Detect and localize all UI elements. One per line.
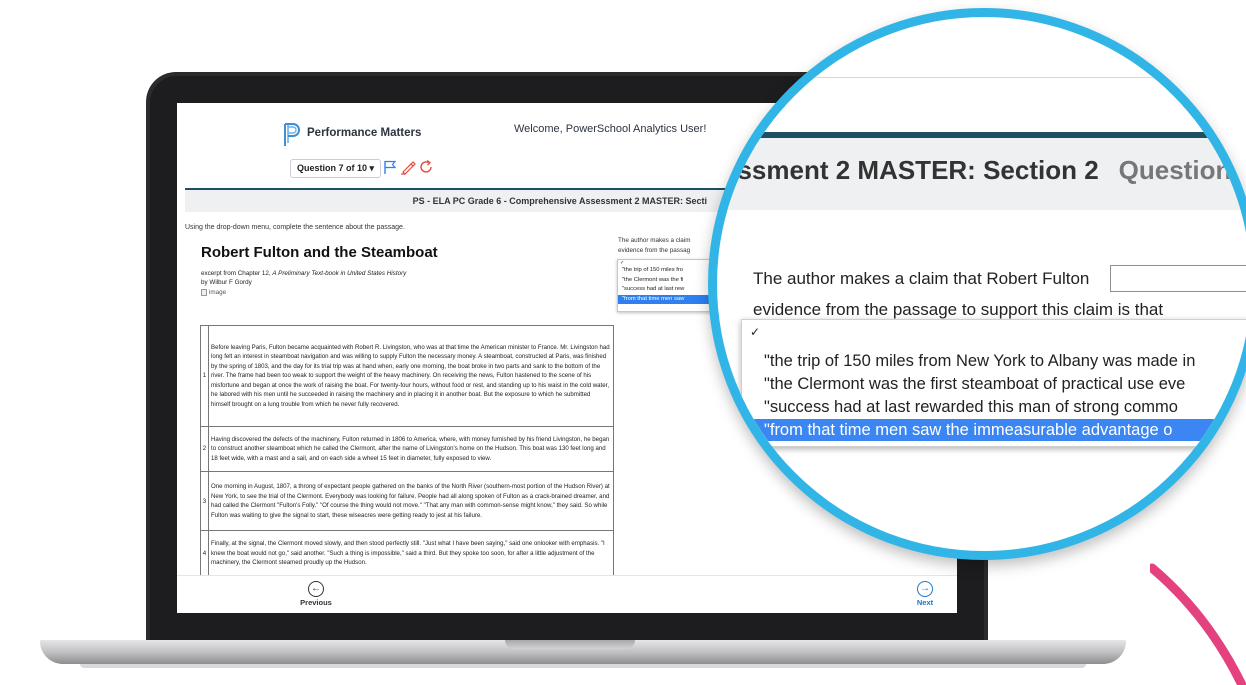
- magnifier-callout: essment 2 MASTER: Section 2 Question: 2-7…: [708, 8, 1246, 560]
- question-line-2: evidence from the passag: [618, 247, 691, 254]
- laptop-hinge-notch: [505, 640, 635, 649]
- dropdown-option[interactable]: "the Clermont was the first steamboat of…: [742, 373, 1246, 395]
- magnified-assessment-title: essment 2 MASTER: Section 2: [723, 155, 1099, 185]
- answer-dropdown-field[interactable]: [1110, 265, 1246, 292]
- magnified-question-line-2: evidence from the passage to support thi…: [753, 300, 1164, 319]
- dropdown-option[interactable]: "success had at last rewarded this man o…: [742, 396, 1246, 418]
- paragraph-text: Finally, at the signal, the Clermont mov…: [208, 530, 614, 577]
- previous-button[interactable]: ← Previous: [291, 581, 341, 607]
- highlighter-icon[interactable]: [400, 159, 416, 175]
- decorative-swoosh: [1150, 563, 1246, 685]
- table-row: 3 One morning in August, 1807, a throng …: [200, 471, 614, 532]
- excerpt-book: A Preliminary Text-book in United States…: [272, 270, 407, 277]
- passage-source: excerpt from Chapter 12, A Preliminary T…: [201, 269, 406, 287]
- next-label: Next: [916, 598, 934, 607]
- app-name: Performance Matters: [307, 127, 422, 139]
- paragraph-number: 3: [200, 471, 209, 532]
- flag-icon[interactable]: [382, 159, 398, 175]
- question-number: Question: 2-7: [1118, 155, 1246, 185]
- paragraph-text: Before leaving Paris, Fulton became acqu…: [208, 325, 614, 427]
- table-row: 2 Having discovered the defects of the m…: [200, 425, 614, 473]
- welcome-message: Welcome, PowerSchool Analytics User!: [514, 123, 707, 135]
- broken-image-icon: [201, 289, 207, 296]
- passage-table: 1 Before leaving Paris, Fulton became ac…: [200, 325, 614, 577]
- dropdown-option-selected[interactable]: "from that time men saw the immeasurable…: [742, 419, 1246, 441]
- question-line-1: The author makes a claim: [618, 237, 691, 244]
- broken-image: image: [201, 289, 226, 296]
- paragraph-text: Having discovered the defects of the mac…: [208, 425, 614, 473]
- dropdown-option-selected[interactable]: "from that time men saw: [618, 294, 718, 304]
- question-selector[interactable]: Question 7 of 10 ▾: [290, 159, 382, 178]
- magnified-view: essment 2 MASTER: Section 2 Question: 2-7…: [717, 17, 1246, 551]
- dropdown-option[interactable]: "the trip of 150 miles fro: [618, 266, 718, 276]
- byline: by Wilbur F Gordy: [201, 279, 252, 286]
- previous-label: Previous: [300, 598, 332, 607]
- magnified-question-line-1: The author makes a claim that Robert Ful…: [753, 269, 1090, 288]
- next-button[interactable]: → Next: [900, 581, 950, 607]
- arrow-left-icon: ←: [308, 581, 324, 597]
- instructions: Using the drop-down menu, complete the s…: [185, 224, 405, 231]
- answer-dropdown-list[interactable]: ✓ "the trip of 150 miles fro "the Clermo…: [617, 259, 719, 312]
- footer-nav: ← Previous → Next: [177, 575, 957, 613]
- paragraph-number: 1: [200, 325, 209, 427]
- performance-matters-logo-icon: [284, 123, 300, 146]
- checkmark-icon: ✓: [750, 325, 761, 339]
- magnified-divider: [717, 77, 1246, 78]
- reset-icon[interactable]: [418, 159, 434, 175]
- table-row: 4 Finally, at the signal, the Clermont m…: [200, 530, 614, 577]
- passage-title: Robert Fulton and the Steamboat: [201, 244, 438, 261]
- table-row: 1 Before leaving Paris, Fulton became ac…: [200, 325, 614, 427]
- laptop-shadow: [80, 664, 1086, 668]
- image-alt: image: [209, 289, 227, 296]
- magnified-dropdown-list[interactable]: ✓ "the trip of 150 miles from New York t…: [741, 319, 1246, 447]
- dropdown-option[interactable]: "the Clermont was the fi: [618, 276, 718, 286]
- paragraph-text: One morning in August, 1807, a throng of…: [208, 471, 614, 532]
- arrow-right-icon: →: [917, 581, 933, 597]
- question-prompt: The author makes a claim evidence from t…: [618, 236, 690, 256]
- dropdown-option[interactable]: "the trip of 150 miles from New York to …: [742, 350, 1246, 372]
- dropdown-option[interactable]: "success had at last rew: [618, 285, 718, 295]
- magnified-title: essment 2 MASTER: Section 2 Question: 2-7: [723, 155, 1246, 186]
- paragraph-number: 2: [200, 425, 209, 473]
- paragraph-number: 4: [200, 530, 209, 577]
- excerpt-prefix: excerpt from Chapter 12,: [201, 270, 273, 277]
